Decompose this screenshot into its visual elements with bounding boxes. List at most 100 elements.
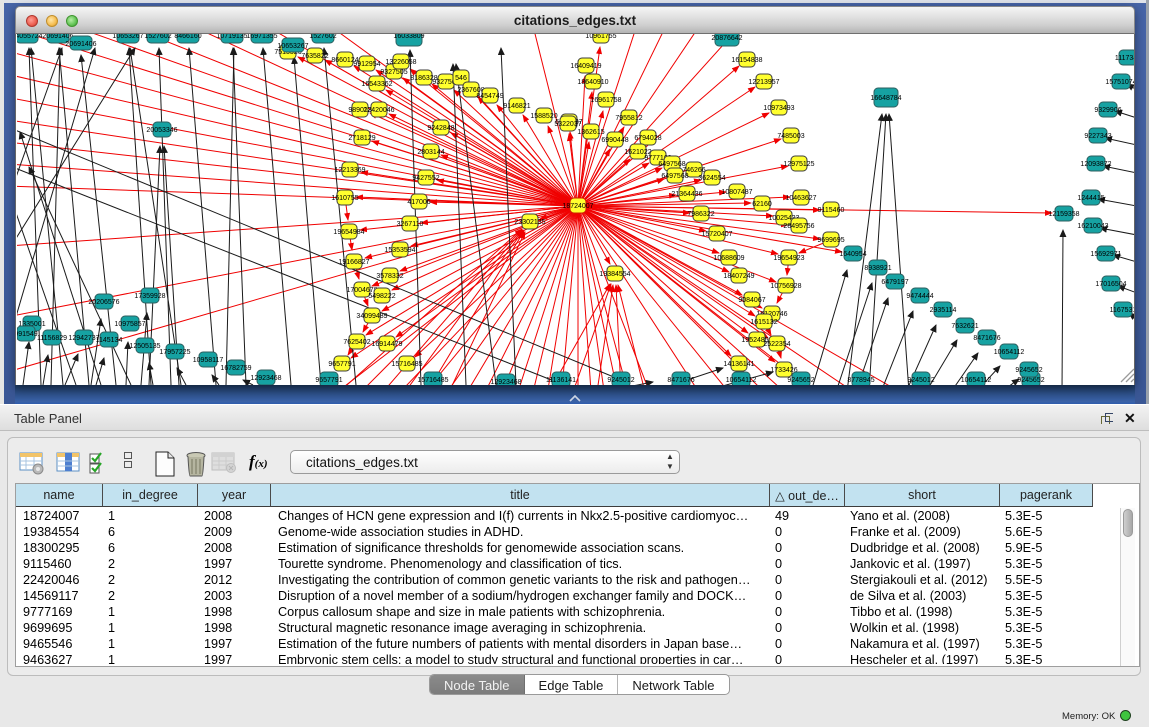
svg-text:16961758: 16961758: [590, 97, 621, 104]
svg-text:6497568: 6497568: [661, 173, 688, 180]
svg-text:16210043: 16210043: [1077, 223, 1108, 230]
svg-text:19166827: 19166827: [338, 259, 369, 266]
svg-text:10961755: 10961755: [585, 34, 616, 40]
svg-text:9245652: 9245652: [787, 377, 814, 384]
svg-text:8938921: 8938921: [864, 265, 891, 272]
svg-text:9699695: 9699695: [817, 237, 844, 244]
svg-text:10688609: 10688609: [713, 255, 744, 262]
svg-text:1615132: 1615132: [750, 319, 777, 326]
svg-text:9912954: 9912954: [353, 61, 380, 68]
svg-text:8466160: 8466160: [174, 34, 201, 40]
svg-text:12505135: 12505135: [129, 343, 160, 350]
svg-text:28495756: 28495756: [783, 223, 814, 230]
svg-text:7635822: 7635822: [301, 53, 328, 60]
svg-text:7625402: 7625402: [343, 339, 370, 346]
svg-text:1145134: 1145134: [96, 337, 123, 344]
svg-text:9327505: 9327505: [380, 69, 407, 76]
svg-text:19384554: 19384554: [599, 271, 630, 278]
svg-text:10463627: 10463627: [785, 195, 816, 202]
svg-text:2803144: 2803144: [417, 149, 444, 156]
svg-text:5498222: 5498222: [368, 293, 395, 300]
svg-text:9657791: 9657791: [315, 377, 342, 384]
svg-text:10654112: 10654112: [994, 349, 1025, 356]
svg-text:1167531: 1167531: [1110, 307, 1135, 314]
svg-text:12159358: 12159358: [1048, 211, 1079, 218]
svg-text:14136141: 14136141: [723, 361, 754, 368]
svg-text:2718129: 2718129: [348, 135, 375, 142]
svg-text:15692971: 15692971: [1090, 251, 1121, 258]
svg-text:16782759: 16782759: [220, 365, 251, 372]
svg-text:9657791: 9657791: [328, 361, 355, 368]
svg-text:19654984: 19654984: [333, 229, 364, 236]
svg-text:9427552: 9427552: [412, 175, 439, 182]
svg-text:1244415: 1244415: [1077, 195, 1104, 202]
svg-text:10719135: 10719135: [216, 34, 247, 40]
svg-text:1588520: 1588520: [530, 113, 557, 120]
svg-text:17016504: 17016504: [1095, 281, 1126, 288]
svg-text:18407249: 18407249: [723, 273, 754, 280]
svg-text:9245012: 9245012: [607, 377, 634, 384]
svg-text:9146821: 9146821: [503, 103, 530, 110]
svg-text:7955812: 7955812: [615, 115, 642, 122]
svg-text:19654923: 19654923: [773, 255, 804, 262]
svg-text:2522354: 2522354: [763, 341, 790, 348]
svg-text:991549: 991549: [17, 331, 38, 338]
svg-text:12093872: 12093872: [1080, 161, 1111, 168]
svg-text:12923468: 12923468: [490, 379, 521, 385]
svg-text:20691406: 20691406: [42, 34, 73, 40]
svg-text:16971355: 16971355: [246, 34, 277, 40]
svg-text:1610755: 1610755: [331, 195, 358, 202]
svg-text:10654112: 10654112: [961, 377, 992, 384]
svg-text:10756928: 10756928: [770, 283, 801, 290]
svg-text:22420046: 22420046: [363, 107, 394, 114]
svg-text:20876642: 20876642: [711, 35, 742, 42]
svg-text:21364436: 21364436: [671, 191, 702, 198]
svg-text:16033809: 16033809: [393, 34, 424, 40]
svg-text:12213957: 12213957: [748, 79, 779, 86]
svg-text:8454749: 8454749: [476, 93, 503, 100]
svg-text:16543362: 16543362: [361, 81, 392, 88]
svg-text:10654112: 10654112: [726, 377, 757, 384]
svg-text:3267110: 3267110: [397, 221, 424, 228]
svg-text:11156829: 11156829: [37, 335, 67, 342]
svg-text:17957225: 17957225: [159, 349, 190, 356]
svg-text:6794028: 6794028: [634, 135, 661, 142]
svg-text:62160: 62160: [752, 201, 772, 208]
svg-text:9474444: 9474444: [906, 293, 933, 300]
svg-text:546: 546: [455, 75, 467, 82]
svg-text:20206576: 20206576: [88, 299, 119, 306]
svg-text:9245652: 9245652: [1017, 377, 1044, 384]
svg-text:7485003: 7485003: [777, 133, 804, 140]
svg-text:6990448: 6990448: [601, 137, 628, 144]
svg-text:34099489: 34099489: [356, 313, 387, 320]
svg-text:8471676: 8471676: [973, 335, 1000, 342]
svg-text:14055724: 14055724: [17, 34, 43, 40]
svg-text:9115460: 9115460: [818, 207, 845, 214]
svg-text:7632621: 7632621: [951, 323, 978, 330]
svg-text:9242848: 9242848: [427, 125, 454, 132]
svg-text:12923468: 12923468: [250, 375, 281, 382]
svg-text:15353594: 15353594: [384, 247, 415, 254]
svg-text:7986322: 7986322: [687, 211, 714, 218]
svg-text:2935114: 2935114: [930, 307, 957, 314]
svg-text:12213369: 12213369: [334, 167, 365, 174]
svg-text:18640910: 18640910: [577, 79, 608, 86]
svg-text:9245652: 9245652: [1015, 367, 1042, 374]
svg-text:16154838: 16154838: [731, 57, 762, 64]
svg-text:16409419: 16409419: [570, 63, 601, 70]
svg-text:16648784: 16648784: [870, 95, 901, 102]
svg-text:10807487: 10807487: [721, 189, 752, 196]
svg-text:8778945: 8778945: [847, 377, 874, 384]
svg-text:18724007: 18724007: [562, 203, 593, 210]
svg-text:1527602: 1527602: [309, 34, 336, 40]
svg-text:9227343: 9227343: [1084, 133, 1111, 140]
svg-text:15716485: 15716485: [391, 361, 422, 368]
svg-text:13226058: 13226058: [385, 59, 416, 66]
svg-text:15720407: 15720407: [701, 231, 732, 238]
svg-text:6479197: 6479197: [881, 279, 908, 286]
svg-text:17359928: 17359928: [134, 293, 165, 300]
svg-text:10653267: 10653267: [112, 34, 143, 40]
svg-text:417006: 417006: [407, 199, 430, 206]
svg-text:3624554: 3624554: [698, 175, 725, 182]
svg-text:20053346: 20053346: [146, 127, 177, 134]
